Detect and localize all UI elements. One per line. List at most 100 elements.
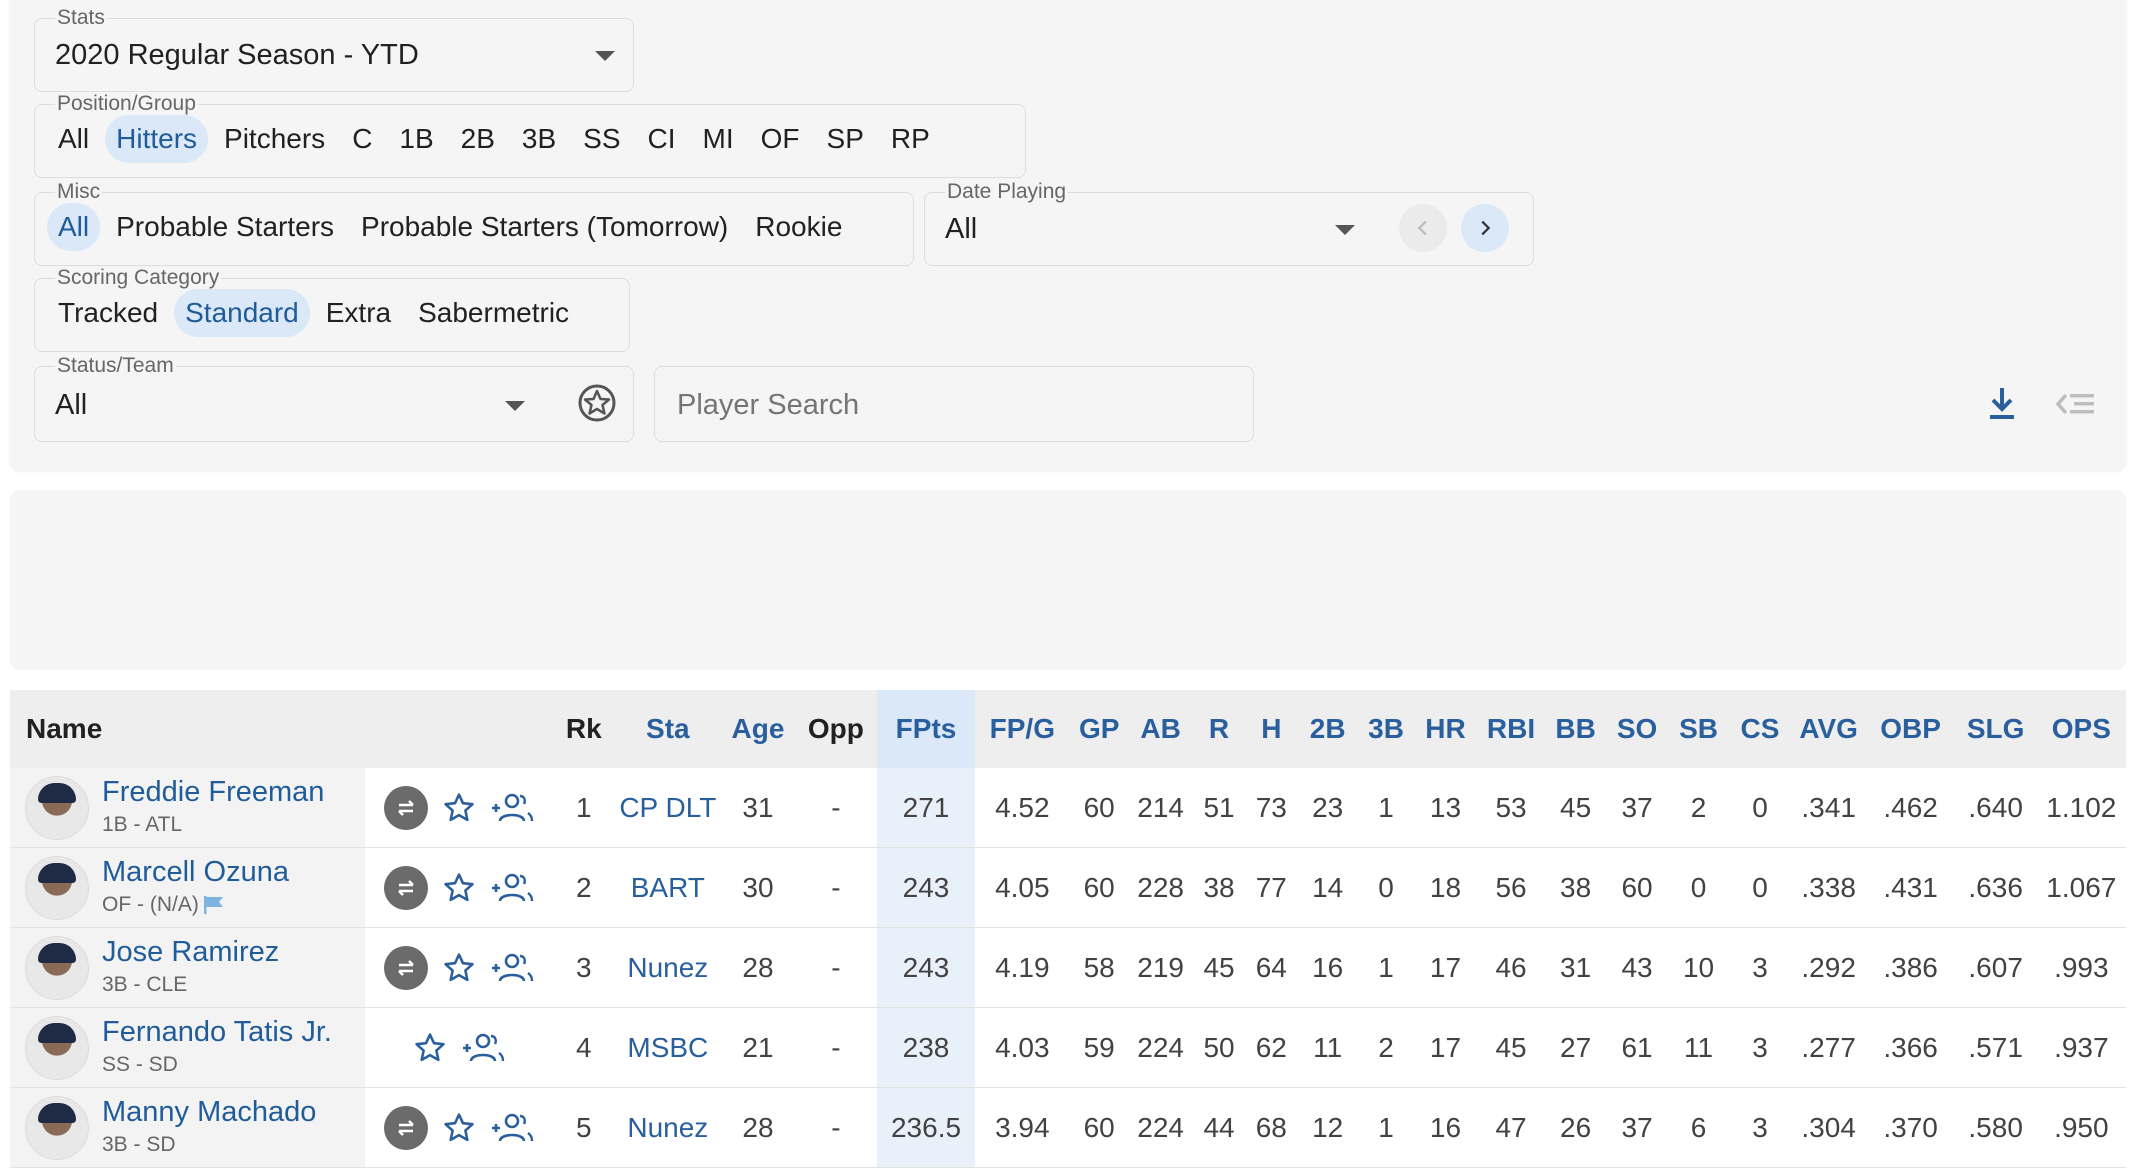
misc-chip[interactable]: Probable Starters xyxy=(105,203,345,251)
player-name-link[interactable]: Manny Machado xyxy=(102,1096,316,1129)
download-button[interactable] xyxy=(1980,382,2024,426)
column-header-sta[interactable]: Sta xyxy=(614,690,722,768)
star-icon[interactable] xyxy=(413,1031,447,1065)
star-icon[interactable] xyxy=(442,951,476,985)
cell-t: 2 xyxy=(1358,1007,1414,1088)
position-group-chip[interactable]: SS xyxy=(572,115,631,163)
column-header-obp[interactable]: OBP xyxy=(1866,690,1955,768)
add-player-icon[interactable] xyxy=(490,1111,534,1145)
position-group-chip[interactable]: SP xyxy=(816,115,875,163)
scoring-category-chip[interactable]: Sabermetric xyxy=(407,289,580,337)
column-header-avg[interactable]: AVG xyxy=(1790,690,1867,768)
stats-select[interactable]: Stats 2020 Regular Season - YTD xyxy=(34,6,634,92)
cell-ab: 219 xyxy=(1128,927,1193,1008)
player-name-link[interactable]: Jose Ramirez xyxy=(102,936,279,969)
scoring-category-chip[interactable]: Tracked xyxy=(47,289,169,337)
cell-sta[interactable]: Nunez xyxy=(614,927,722,1008)
cell-h: 64 xyxy=(1245,927,1297,1008)
position-group-chip[interactable]: 1B xyxy=(388,115,444,163)
chevron-down-icon[interactable] xyxy=(505,401,525,411)
chevron-down-icon[interactable] xyxy=(595,51,615,61)
add-player-icon[interactable] xyxy=(490,871,534,905)
position-group-chip[interactable]: Hitters xyxy=(105,115,209,163)
star-icon[interactable] xyxy=(442,871,476,905)
player-avatar xyxy=(25,856,89,920)
misc-chip[interactable]: Probable Starters (Tomorrow) xyxy=(350,203,739,251)
column-header-fpts[interactable]: FPts xyxy=(876,690,976,768)
trade-button[interactable] xyxy=(383,865,428,910)
cell-r: 44 xyxy=(1192,1087,1246,1168)
cell-hr: 13 xyxy=(1413,768,1478,848)
column-header-age[interactable]: Age xyxy=(721,690,795,768)
player-name-link[interactable]: Fernando Tatis Jr. xyxy=(102,1016,332,1049)
next-date-button[interactable] xyxy=(1461,204,1509,252)
player-position-team: SS - SD xyxy=(102,1053,178,1077)
cell-sta[interactable]: CP DLT xyxy=(614,768,722,848)
column-header-gp[interactable]: GP xyxy=(1069,690,1129,768)
trade-button[interactable] xyxy=(383,1105,428,1150)
star-icon[interactable] xyxy=(442,791,476,825)
column-header-ops[interactable]: OPS xyxy=(2036,690,2126,768)
player-info-text: 3B - CLE xyxy=(102,973,188,996)
position-group-chip[interactable]: 3B xyxy=(511,115,567,163)
column-header-rbi[interactable]: RBI xyxy=(1477,690,1545,768)
position-group-chip[interactable]: OF xyxy=(750,115,811,163)
cell-bb: 38 xyxy=(1544,847,1607,928)
column-header-bb[interactable]: BB xyxy=(1544,690,1607,768)
misc-chip[interactable]: Rookie xyxy=(744,203,853,251)
column-header-h[interactable]: H xyxy=(1245,690,1297,768)
star-icon[interactable] xyxy=(442,1111,476,1145)
scoring-category-chip[interactable]: Extra xyxy=(315,289,402,337)
cell-sta[interactable]: Nunez xyxy=(614,1087,722,1168)
cell-cs: 3 xyxy=(1729,927,1791,1008)
position-group-chip[interactable]: RP xyxy=(880,115,941,163)
player-search-input[interactable] xyxy=(675,381,1239,429)
column-header-opp[interactable]: Opp xyxy=(794,690,877,768)
sheriff-star-button[interactable] xyxy=(573,379,621,427)
cell-fpts: 238 xyxy=(876,1007,976,1088)
cell-fpts: 271 xyxy=(876,768,976,848)
cell-sta[interactable]: BART xyxy=(614,847,722,928)
column-header-2b[interactable]: 2B xyxy=(1296,690,1359,768)
column-header-name[interactable]: Name xyxy=(10,690,554,768)
column-header-fp-g[interactable]: FP/G xyxy=(975,690,1070,768)
add-player-icon[interactable] xyxy=(490,951,534,985)
position-group-chip[interactable]: Pitchers xyxy=(213,115,336,163)
add-player-icon[interactable] xyxy=(490,791,534,825)
cell-h: 77 xyxy=(1245,847,1297,928)
column-header-rk[interactable]: Rk xyxy=(553,690,615,768)
table-row: Fernando Tatis Jr. SS - SD 4 MSBC 21-238 4.03… xyxy=(10,1007,2126,1088)
misc-chip[interactable]: All xyxy=(47,203,101,251)
position-group-chip[interactable]: 2B xyxy=(450,115,506,163)
column-header-r[interactable]: R xyxy=(1192,690,1246,768)
status-team-select[interactable]: Status/Team All xyxy=(34,354,634,442)
position-group-chip[interactable]: CI xyxy=(637,115,687,163)
column-settings-button[interactable] xyxy=(2050,382,2100,426)
cell-age: 28 xyxy=(721,1087,795,1168)
player-name-link[interactable]: Marcell Ozuna xyxy=(102,856,289,889)
cell-sb: 11 xyxy=(1667,1007,1730,1088)
scoring-category-filter: Scoring Category Tracked Standard Extra Sab… xyxy=(34,266,630,352)
column-header-ab[interactable]: AB xyxy=(1128,690,1193,768)
date-playing-select[interactable]: Date Playing All xyxy=(924,180,1534,266)
trade-button[interactable] xyxy=(383,945,428,990)
scoring-category-chip[interactable]: Standard xyxy=(174,289,310,337)
player-info-text: 3B - SD xyxy=(102,1133,176,1156)
column-header-so[interactable]: SO xyxy=(1606,690,1668,768)
position-group-chip[interactable]: All xyxy=(47,115,100,163)
position-group-chip[interactable]: MI xyxy=(692,115,745,163)
column-header-cs[interactable]: CS xyxy=(1729,690,1791,768)
player-name-link[interactable]: Freddie Freeman xyxy=(102,776,324,809)
player-name-cell: Fernando Tatis Jr. SS - SD xyxy=(10,1007,365,1088)
player-search-box[interactable] xyxy=(654,366,1254,442)
cell-sta[interactable]: MSBC xyxy=(614,1007,722,1088)
column-header-3b[interactable]: 3B xyxy=(1358,690,1414,768)
column-header-sb[interactable]: SB xyxy=(1667,690,1730,768)
position-group-chip[interactable]: C xyxy=(341,115,383,163)
add-player-icon[interactable] xyxy=(461,1031,505,1065)
previous-date-button[interactable] xyxy=(1399,204,1447,252)
trade-button[interactable] xyxy=(383,785,428,830)
column-header-slg[interactable]: SLG xyxy=(1954,690,2037,768)
column-header-hr[interactable]: HR xyxy=(1413,690,1478,768)
chevron-down-icon[interactable] xyxy=(1335,225,1355,235)
